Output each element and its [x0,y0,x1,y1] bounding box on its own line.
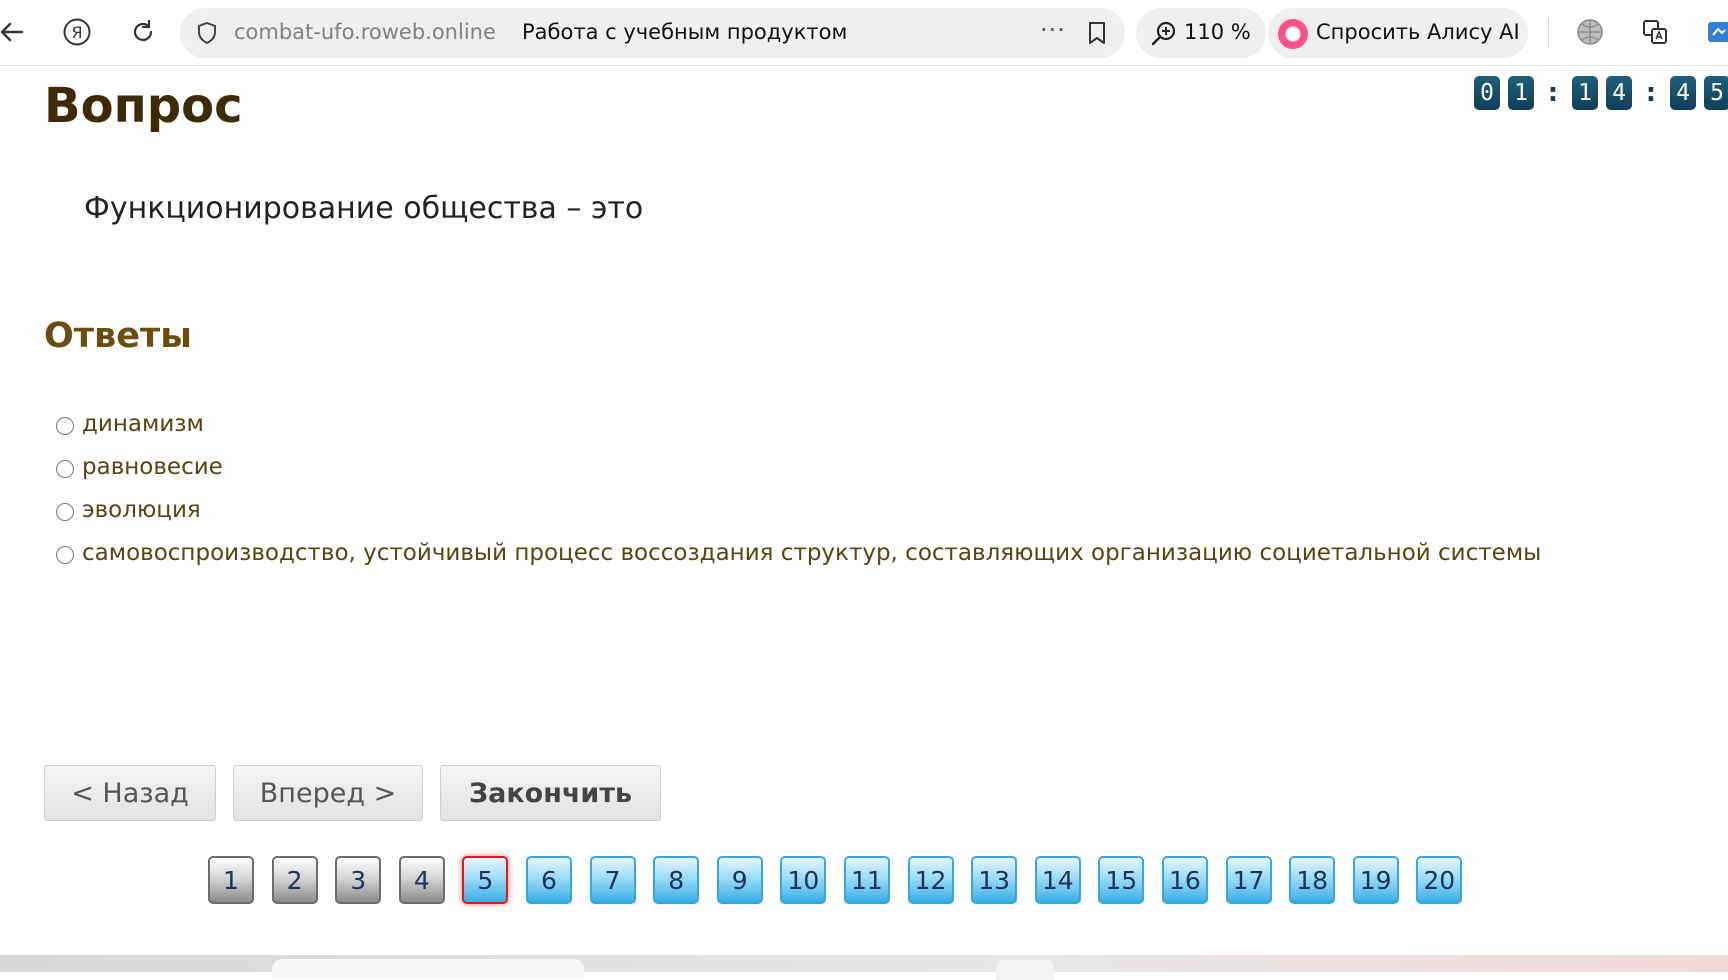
timer-digit: 0 [1474,76,1500,110]
page-button[interactable]: 17 [1225,856,1272,904]
timer-separator: : [1547,78,1559,108]
translate-icon[interactable] [1637,14,1673,50]
page-button-current[interactable]: 5 [462,856,509,904]
answers-list: динамизм равновесие эволюция самовоспрои… [56,402,1541,574]
zoom-icon [1151,21,1176,46]
toolbar-divider [1548,18,1549,48]
zoom-indicator[interactable]: 110 % [1136,8,1266,58]
timer-digit: 1 [1572,76,1598,110]
answer-option[interactable]: эволюция [56,488,1541,531]
taskbar-tab [996,960,1054,980]
url-domain[interactable]: combat-ufo.roweb.online [234,20,496,44]
page-button[interactable]: 18 [1289,856,1336,904]
timer-digit: 5 [1704,76,1728,110]
answer-radio[interactable] [56,416,74,435]
bookmark-icon[interactable] [1086,20,1108,46]
page-button[interactable]: 1 [208,856,254,904]
timer-separator: : [1645,78,1657,108]
countdown-timer: 0 1 : 1 4 : 4 5 [1474,76,1728,110]
page-button[interactable]: 14 [1034,856,1081,904]
page-button[interactable]: 10 [780,856,827,904]
question-pager: 1 2 3 4 5 6 7 8 9 10 11 12 13 14 15 16 1… [208,856,1480,904]
question-heading: Вопрос [44,78,243,134]
page-button[interactable]: 2 [271,856,318,904]
finish-button[interactable]: Закончить [440,765,661,821]
page-button[interactable]: 6 [525,856,572,904]
answer-label[interactable]: эволюция [82,497,201,523]
answer-label[interactable]: самовоспроизводство, устойчивый процесс … [82,540,1541,566]
yandex-icon[interactable]: Я [59,14,95,50]
answers-heading: Ответы [44,316,192,356]
page-button[interactable]: 13 [971,856,1018,904]
page-button[interactable]: 9 [716,856,763,904]
extension-icon[interactable] [1704,14,1728,50]
browser-toolbar: Я combat-ufo.roweb.online Работа с учебн… [0,0,1728,66]
globe-icon[interactable] [1572,14,1608,50]
page-button[interactable]: 4 [398,856,445,904]
page-button[interactable]: 7 [589,856,636,904]
page-button[interactable]: 19 [1352,856,1399,904]
reload-icon[interactable] [125,14,161,50]
page-button[interactable]: 3 [335,856,382,904]
answer-label[interactable]: равновесие [82,454,223,480]
page-button[interactable]: 15 [1098,856,1145,904]
answer-option[interactable]: самовоспроизводство, устойчивый процесс … [56,531,1541,574]
timer-digit: 1 [1508,76,1534,110]
alice-button[interactable]: Спросить Алису AI [1268,8,1528,58]
forward-button[interactable]: Вперед > [233,765,423,821]
alice-icon [1278,19,1308,49]
page-button[interactable]: 12 [907,856,954,904]
page-button[interactable]: 16 [1161,856,1208,904]
page-title: Работа с учебным продуктом [522,20,848,44]
answer-option[interactable]: динамизм [56,402,1541,445]
question-text: Функционирование общества – это [84,191,644,226]
answer-radio[interactable] [56,545,74,564]
answer-radio[interactable] [56,459,74,478]
back-button[interactable]: < Назад [44,765,216,821]
answer-radio[interactable] [56,502,74,521]
page-button[interactable]: 11 [843,856,890,904]
timer-digit: 4 [1670,76,1696,110]
taskbar-tab [272,959,584,979]
page-button[interactable]: 20 [1416,856,1463,904]
svg-text:Я: Я [71,23,82,42]
answer-label[interactable]: динамизм [82,411,204,437]
timer-digit: 4 [1606,76,1632,110]
answer-option[interactable]: равновесие [56,445,1541,488]
more-dots-icon[interactable]: ··· [1040,16,1066,44]
zoom-value: 110 % [1184,20,1251,44]
address-bar[interactable]: combat-ufo.roweb.online Работа с учебным… [180,8,1125,58]
alice-label: Спросить Алису AI [1316,20,1520,44]
shield-icon[interactable] [194,20,220,46]
page-button[interactable]: 8 [653,856,700,904]
taskbar-strip [0,955,1728,980]
back-arrow-icon[interactable] [0,14,30,50]
